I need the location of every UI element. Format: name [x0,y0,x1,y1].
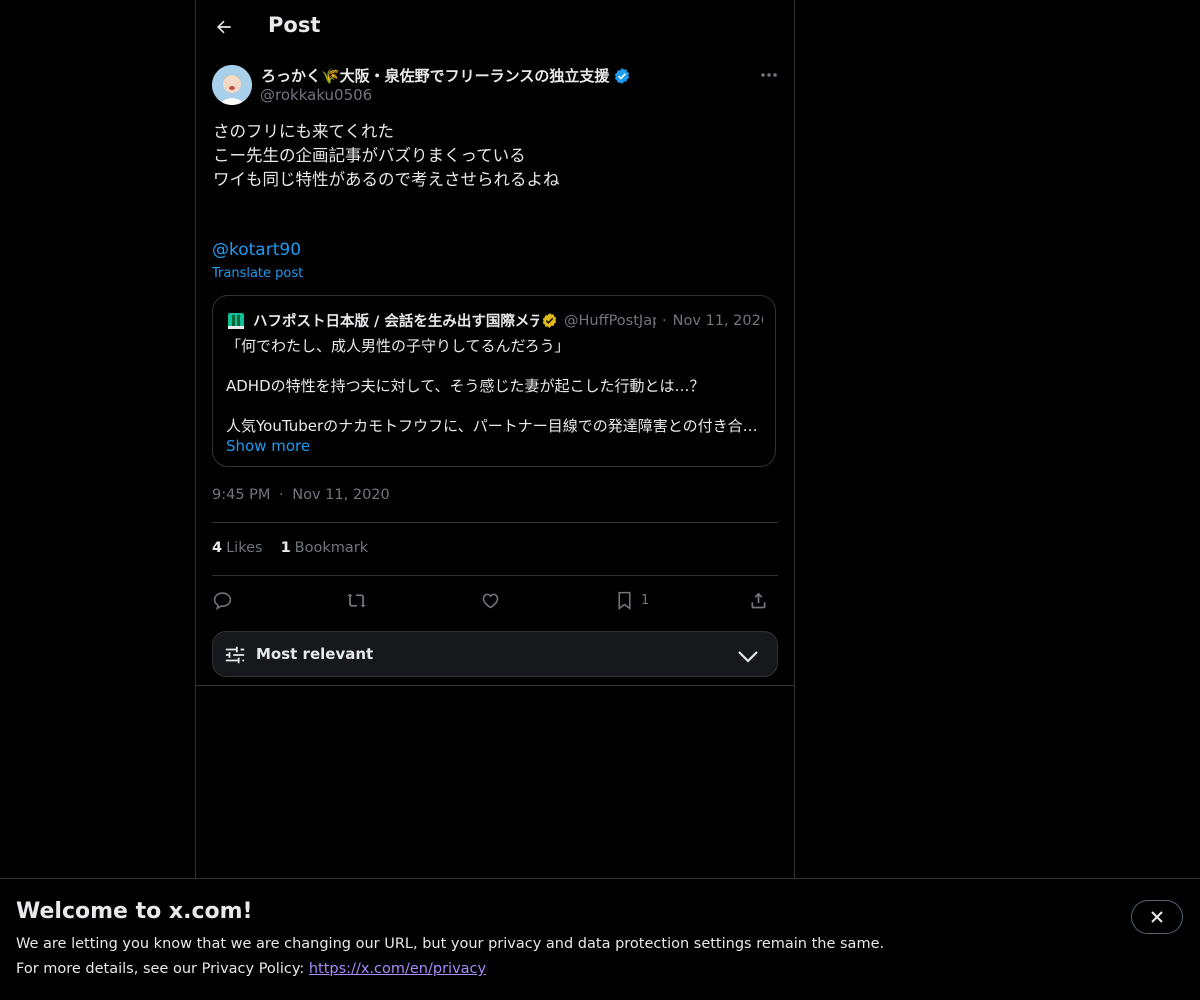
dot-separator: · [662,312,667,329]
avatar-image [212,65,252,105]
post-date: Nov 11, 2020 [292,487,390,503]
share-button[interactable] [748,587,769,613]
close-banner-button[interactable] [1131,900,1183,934]
reply-sort-dropdown[interactable]: Most relevant [212,631,778,677]
heart-icon [482,593,499,608]
bookmark-count: 1 [641,592,650,608]
quoted-post-header: ハフポスト日本版 / 会話を生み出す国際メディア @HuffPostJapan … [227,310,763,331]
avatar[interactable] [212,65,252,105]
engagement-stats: 4 Likes 1 Bookmark [212,540,368,556]
post-timestamp[interactable]: 9:45 PM · Nov 11, 2020 [212,487,390,503]
translate-post-link[interactable]: Translate post [212,266,303,281]
author-name[interactable]: ろっかく🌾大阪・泉佐野でフリーランスの独立支援 [261,65,631,86]
quoted-author-handle: @HuffPostJapan [564,312,656,329]
action-bar: 1 [212,587,778,613]
tweet-line: ワイも同じ特性があるので考えさせられるよね [213,170,560,189]
quoted-post[interactable]: ハフポスト日本版 / 会話を生み出す国際メディア @HuffPostJapan … [212,295,776,467]
page-header: Post [196,0,794,54]
banner-title: Welcome to x.com! [16,899,253,924]
dot-separator: · [279,487,284,503]
page-title: Post [268,13,321,37]
more-options-button[interactable] [758,64,780,86]
bookmark-icon [618,591,631,610]
post-time: 9:45 PM [212,487,271,503]
banner-policy-line: For more details, see our Privacy Policy… [16,961,486,977]
bookmark-button[interactable]: 1 [614,587,649,613]
quoted-line: 人気YouTuberのナカモトフウフに、パートナー目線での発達障害との付き合い方… [226,417,759,435]
divider [196,685,794,686]
quoted-author-name: ハフポスト日本版 / 会話を生み出す国際メディア [253,314,539,330]
likes-stat[interactable]: 4 Likes [212,540,263,556]
back-button[interactable] [208,11,240,43]
tweet-text: さのフリにも来てくれた こー先生の企画記事がバズりまくっている ワイも同じ特性が… [213,120,560,192]
repost-button[interactable] [346,587,367,613]
main-column: Post ろっかく🌾大阪・泉佐野でフリーランスの独立支援 @rokkaku050… [195,0,795,878]
reply-button[interactable] [212,587,233,613]
author-name-text: ろっかく🌾大阪・泉佐野でフリーランスの独立支援 [261,67,610,85]
like-button[interactable] [480,587,501,613]
divider [212,575,778,576]
gold-verified-badge-icon [542,313,557,328]
tweet-line: こー先生の企画記事がバズりまくっている [213,146,526,165]
quoted-line: 「何でわたし、成人男性の子守りしてるんだろう」 [226,337,570,355]
quoted-post-date: Nov 11, 2020 [672,312,763,329]
repost-icon [347,593,366,607]
close-icon [1151,911,1163,923]
huffpost-logo-icon [228,312,244,329]
quoted-post-text: 「何でわたし、成人男性の子守りしてるんだろう」 ADHDの特性を持つ夫に対して、… [226,336,759,436]
likes-label: Likes [226,540,263,556]
sort-label: Most relevant [256,645,374,663]
sliders-icon [225,646,245,664]
bookmarks-stat[interactable]: 1 Bookmark [281,540,369,556]
verified-badge-icon [615,67,630,84]
author-handle[interactable]: @rokkaku0506 [260,86,372,104]
tweet-line: さのフリにも来てくれた [213,122,395,141]
share-icon [751,592,766,608]
bookmarks-label: Bookmark [294,540,369,556]
quoted-line: ADHDの特性を持つ夫に対して、そう感じた妻が起こした行動とは…？ [226,377,705,395]
privacy-policy-link[interactable]: https://x.com/en/privacy [309,961,486,977]
show-more-link[interactable]: Show more [226,437,310,455]
mention-link[interactable]: @kotart90 [212,240,301,260]
bookmarks-count: 1 [280,540,291,556]
banner-message: We are letting you know that we are chan… [16,936,885,952]
banner-policy-prefix: For more details, see our Privacy Policy… [16,961,309,977]
likes-count: 4 [212,540,223,556]
chevron-down-icon [738,651,758,663]
more-dots-icon [761,73,777,77]
welcome-banner: Welcome to x.com! We are letting you kno… [0,878,1200,1000]
divider [212,522,778,523]
reply-icon [213,591,232,610]
arrow-left-icon [217,20,231,34]
